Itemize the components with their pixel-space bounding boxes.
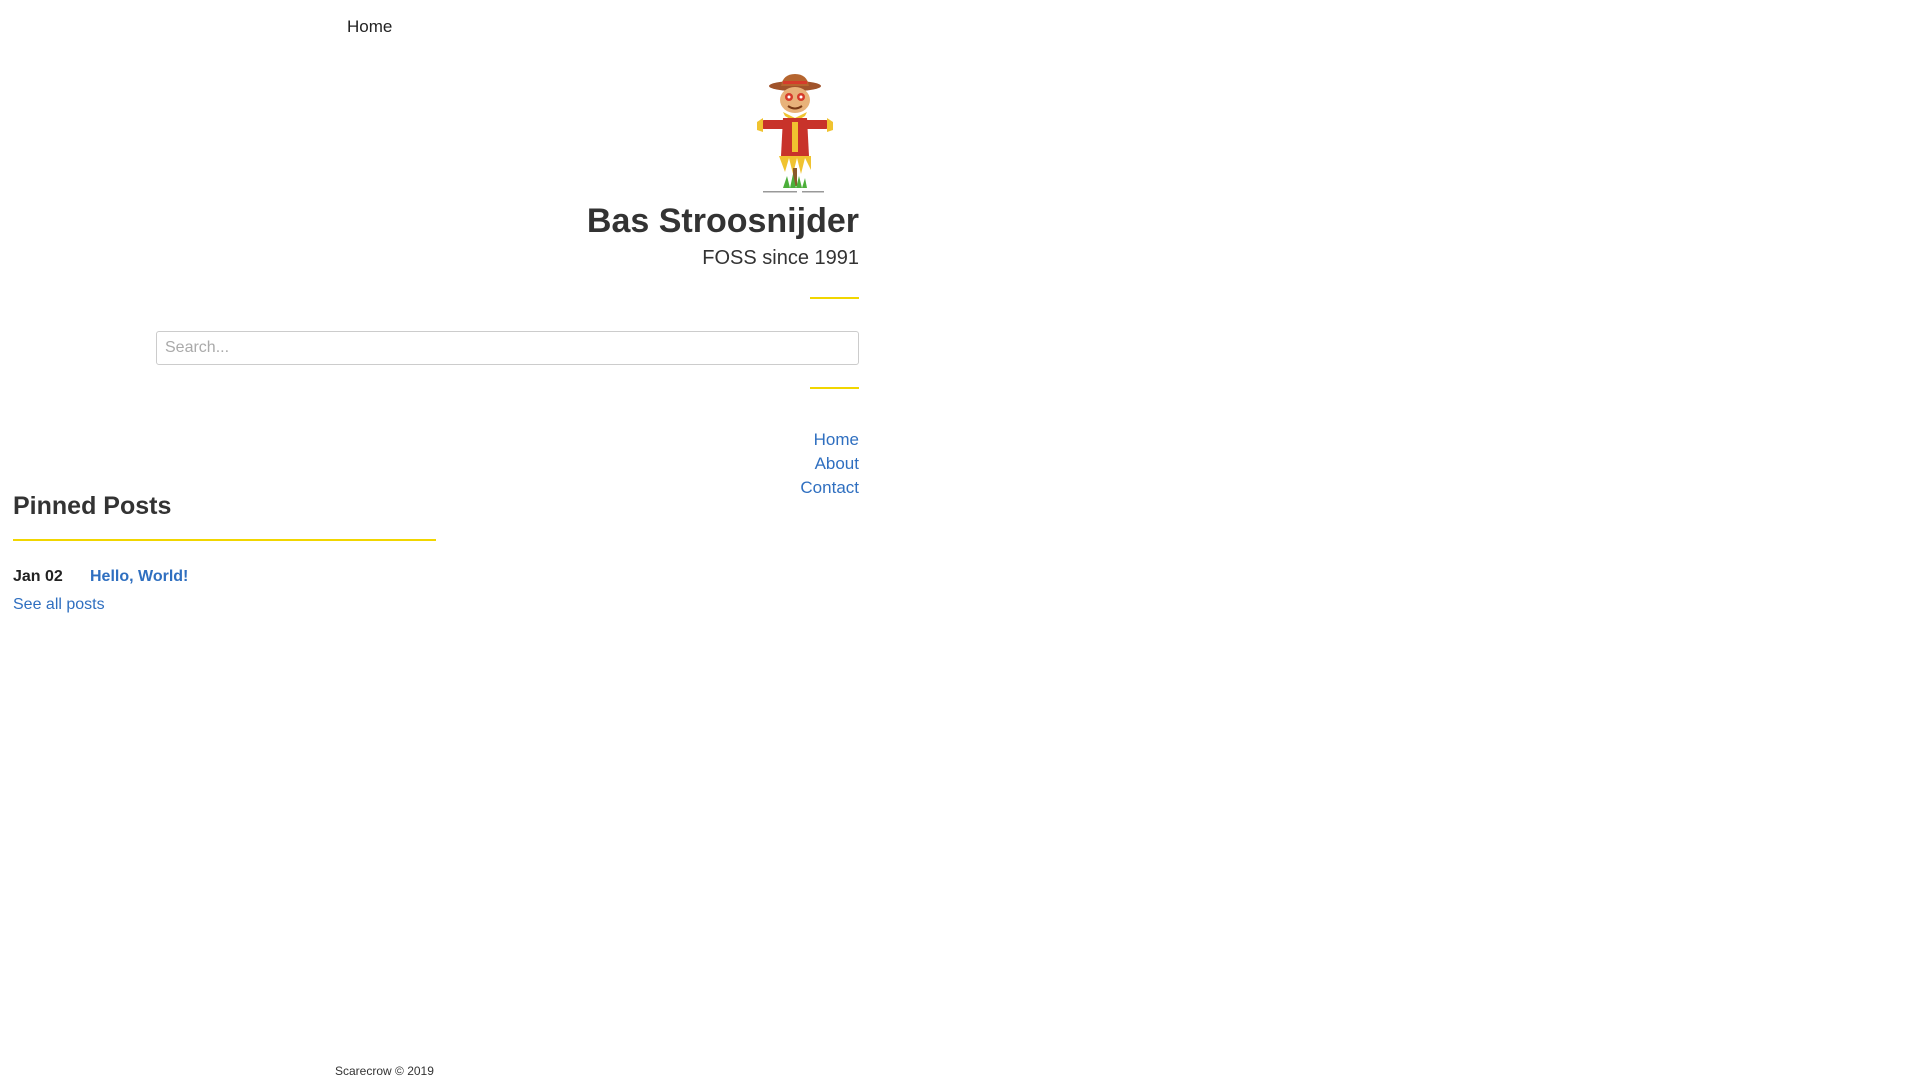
divider [13,539,436,541]
list-item: Jan 02 Hello, World! [13,567,436,587]
see-all-posts-link[interactable]: See all posts [13,596,436,614]
sidebar: Bas Stroosnijder FOSS since 1991 Home Ab… [140,72,859,500]
site-tagline: FOSS since 1991 [702,247,859,269]
post-date: Jan 02 [13,568,63,585]
pinned-posts-section: Pinned Posts Jan 02 Hello, World! See al… [13,490,436,614]
divider [810,387,859,389]
divider [810,297,859,299]
site-logo[interactable] [140,72,859,199]
scarecrow-icon [757,74,833,193]
section-title: Pinned Posts [13,492,172,520]
search-form [140,331,859,365]
footer-text: Scarecrow © 2019 [335,1064,434,1078]
site-title: Bas Stroosnijder [586,202,859,240]
menu-item-about[interactable]: About [140,452,859,476]
top-nav-home-link[interactable]: Home [347,17,392,37]
post-title-link[interactable]: Hello, World! [90,567,188,587]
search-input[interactable] [156,331,859,365]
menu-item-home[interactable]: Home [140,428,859,452]
